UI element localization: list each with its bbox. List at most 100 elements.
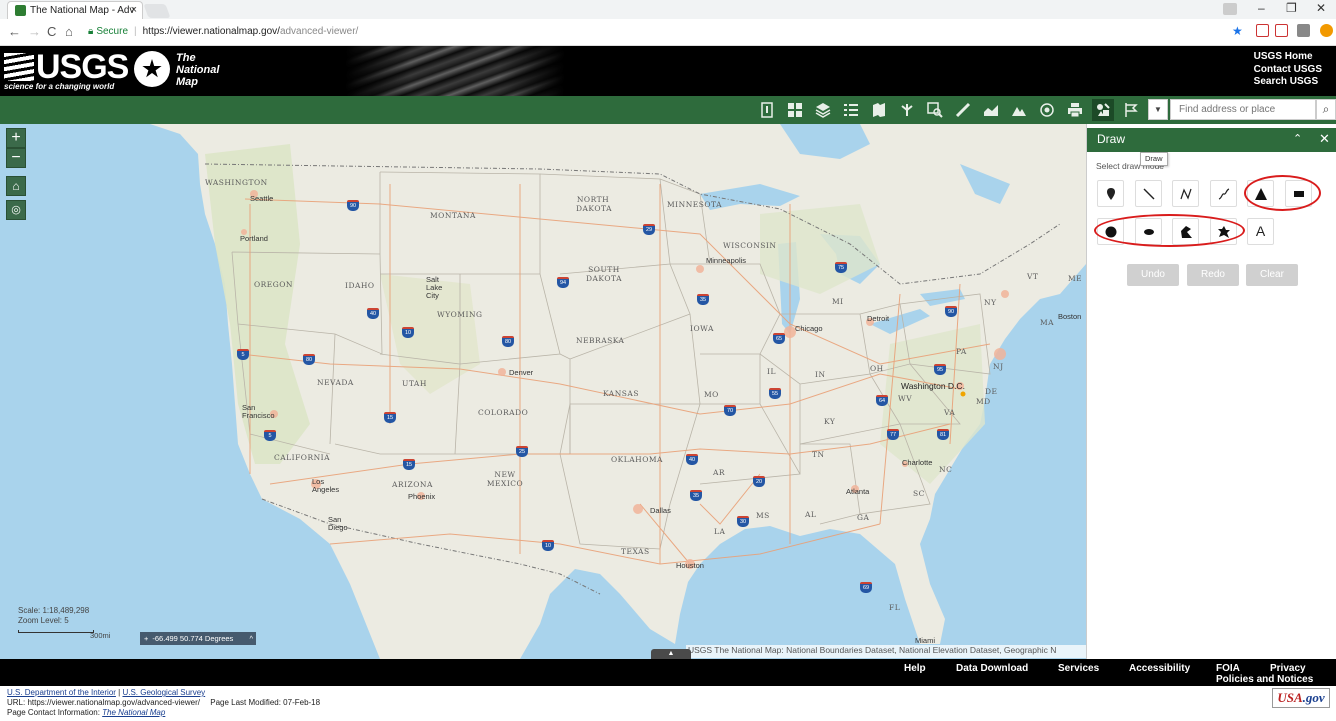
usa-gov-logo[interactable]: USA.gov — [1272, 688, 1330, 708]
label-pa: PA — [956, 347, 967, 356]
info-icon[interactable] — [756, 99, 778, 121]
label-oh: OH — [870, 364, 884, 373]
query-icon[interactable] — [924, 99, 946, 121]
interstate-shield: 70 — [724, 405, 736, 416]
bookmark-icon[interactable] — [868, 99, 890, 121]
home-button[interactable]: ⌂ — [65, 24, 73, 39]
print-icon[interactable] — [1064, 99, 1086, 121]
search-input[interactable] — [1170, 99, 1316, 120]
label-me: ME — [1068, 274, 1083, 283]
city-portland: Portland — [240, 234, 268, 243]
city-seattle: Seattle — [250, 194, 274, 203]
layers-icon[interactable] — [812, 99, 834, 121]
label-colorado: COLORADO — [478, 408, 529, 417]
draw-icon[interactable] — [1092, 99, 1114, 121]
interstate-shield: 77 — [887, 429, 899, 440]
gmail-extension-icon[interactable] — [1256, 24, 1269, 37]
search-usgs-link[interactable]: Search USGS — [1254, 76, 1322, 89]
footer-help-link[interactable]: Help — [904, 663, 926, 674]
page-info: U.S. Department of the Interior | U.S. G… — [0, 686, 1336, 721]
coordinates-icon[interactable] — [1120, 99, 1142, 121]
new-tab-button[interactable] — [143, 4, 171, 18]
tnm-logo-text[interactable]: The National Map — [176, 52, 219, 88]
profile-icon[interactable] — [1223, 3, 1237, 15]
interstate-shield: 15 — [403, 459, 415, 470]
doi-link[interactable]: U.S. Department of the Interior — [7, 688, 116, 697]
draw-freehand-polyline-button[interactable] — [1210, 180, 1237, 207]
map-basemap — [150, 124, 1086, 659]
reload-button[interactable]: C — [47, 24, 56, 39]
map-attribution: USGS The National Map: National Boundari… — [686, 645, 1086, 658]
mail-extension-icon[interactable] — [1275, 24, 1288, 37]
contact-usgs-link[interactable]: Contact USGS — [1254, 64, 1322, 77]
tab-close-icon[interactable]: × — [131, 4, 137, 16]
back-button[interactable]: ← — [8, 24, 21, 39]
footer-services-link[interactable]: Services — [1058, 663, 1099, 674]
search-icon[interactable]: ⌕ — [1316, 99, 1336, 120]
interstate-shield: 90 — [347, 200, 359, 211]
legend-list-icon[interactable] — [840, 99, 862, 121]
label-south-dakota: SOUTH DAKOTA — [586, 265, 622, 283]
label-new-mexico: NEW MEXICO — [486, 470, 524, 488]
coordinates-readout[interactable]: + -66.499 50.774 Degrees ^ — [140, 632, 256, 645]
minimize-button[interactable]: – — [1258, 1, 1265, 15]
home-extent-icon[interactable]: ⌂ — [6, 176, 26, 196]
site-footer: Help Data Download Services Accessibilit… — [0, 659, 1336, 686]
search-source-dropdown[interactable]: ▼ — [1148, 99, 1168, 120]
bookmark-star-icon[interactable]: ★ — [1232, 24, 1243, 38]
map-view[interactable]: WASHINGTON OREGON IDAHO MONTANA WYOMING … — [0, 124, 1086, 659]
annotation-ring-row2 — [1094, 214, 1245, 247]
footer-accessibility-link[interactable]: Accessibility — [1129, 663, 1190, 674]
label-arizona: ARIZONA — [392, 480, 433, 489]
label-ky: KY — [824, 417, 836, 426]
location-icon[interactable] — [1036, 99, 1058, 121]
restore-button[interactable]: ❐ — [1286, 1, 1297, 15]
locate-icon[interactable]: ◎ — [6, 200, 26, 220]
footer-data-download-link[interactable]: Data Download — [956, 663, 1028, 674]
footer-foia-link[interactable]: FOIA — [1216, 663, 1252, 674]
city-phoenix: Phoenix — [408, 492, 436, 501]
zoom-in-button[interactable]: + — [6, 128, 26, 148]
url-field[interactable]: 🔒︎ Secure | https://viewer.nationalmap.gov/… — [86, 23, 1246, 41]
draw-polyline-button[interactable] — [1172, 180, 1199, 207]
clear-button[interactable]: Clear — [1246, 264, 1298, 286]
coords-toggle-icon[interactable]: ^ — [249, 632, 253, 645]
elevation-profile-icon[interactable] — [980, 99, 1002, 121]
terrain-icon[interactable] — [1008, 99, 1030, 121]
usgs-logo[interactable]: USGS — [4, 50, 129, 84]
undo-button[interactable]: Undo — [1127, 264, 1179, 286]
usgs-link[interactable]: U.S. Geological Survey — [122, 688, 205, 697]
collapse-footer-button[interactable]: ▲ — [651, 649, 691, 659]
interstate-shield: 69 — [860, 582, 872, 593]
footer-policies-link[interactable]: Policies and Notices — [1216, 674, 1313, 685]
update-alert-icon[interactable] — [1320, 24, 1333, 37]
forward-button[interactable]: → — [28, 24, 41, 39]
interstate-shield: 10 — [402, 327, 414, 338]
footer-privacy-link[interactable]: Privacy — [1270, 663, 1306, 674]
directions-icon[interactable] — [896, 99, 918, 121]
scale-unit: 300mi — [90, 631, 111, 640]
zoom-out-button[interactable]: − — [6, 148, 26, 168]
draw-line-button[interactable] — [1135, 180, 1162, 207]
secure-label: Secure — [96, 26, 129, 37]
measure-icon[interactable] — [952, 99, 974, 121]
contact-link[interactable]: The National Map — [102, 708, 165, 717]
basemap-grid-icon[interactable] — [784, 99, 806, 121]
draw-point-button[interactable] — [1097, 180, 1124, 207]
label-ga: GA — [857, 513, 870, 522]
browser-tab[interactable]: The National Map - Adv × — [7, 1, 143, 19]
interstate-shield: 35 — [697, 294, 709, 305]
draw-text-button[interactable]: A — [1247, 218, 1274, 245]
close-window-button[interactable]: ✕ — [1316, 1, 1326, 15]
usgs-header: USGS science for a changing world The Na… — [0, 46, 1336, 96]
redo-button[interactable]: Redo — [1187, 264, 1239, 286]
extension-icon[interactable] — [1297, 24, 1310, 37]
label-idaho: IDAHO — [345, 281, 375, 290]
close-panel-icon[interactable]: ✕ — [1319, 131, 1330, 147]
label-mi: MI — [832, 297, 844, 306]
header-wave-graphic — [345, 46, 565, 96]
interstate-shield: 65 — [773, 333, 785, 344]
page-url: URL: https://viewer.nationalmap.gov/adva… — [7, 698, 200, 707]
usgs-home-link[interactable]: USGS Home — [1254, 51, 1322, 64]
collapse-panel-icon[interactable]: ⌃ — [1293, 132, 1302, 145]
